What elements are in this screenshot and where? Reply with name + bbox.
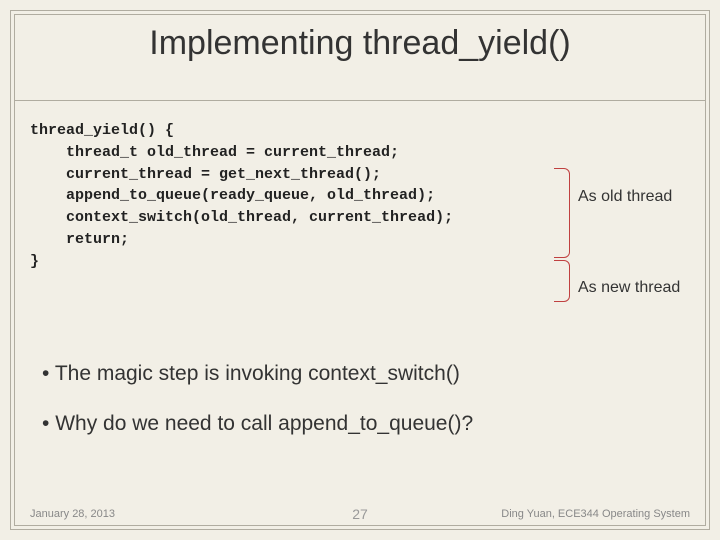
code-line: context_switch(old_thread, current_threa… — [30, 209, 453, 226]
brace-old-thread — [554, 168, 570, 258]
footer: January 28, 2013 27 Ding Yuan, ECE344 Op… — [30, 508, 690, 520]
title-rule — [14, 100, 706, 101]
code-line: return; — [30, 231, 129, 248]
code-line: thread_yield() { — [30, 122, 174, 139]
bullet-list: The magic step is invoking context_switc… — [42, 350, 678, 462]
code-line: thread_t old_thread = current_thread; — [30, 144, 399, 161]
footer-page-number: 27 — [352, 506, 368, 522]
annotation-new-thread: As new thread — [578, 278, 686, 298]
bullet-item: Why do we need to call append_to_queue()… — [42, 412, 678, 436]
code-line: append_to_queue(ready_queue, old_thread)… — [30, 187, 435, 204]
code-line: } — [30, 253, 39, 270]
bullet-item: The magic step is invoking context_switc… — [42, 362, 678, 386]
brace-new-thread — [554, 260, 570, 302]
annotation-old-thread: As old thread — [578, 188, 686, 206]
footer-course: Ding Yuan, ECE344 Operating System — [501, 508, 690, 520]
footer-date: January 28, 2013 — [30, 508, 115, 520]
code-line: current_thread = get_next_thread(); — [30, 166, 381, 183]
